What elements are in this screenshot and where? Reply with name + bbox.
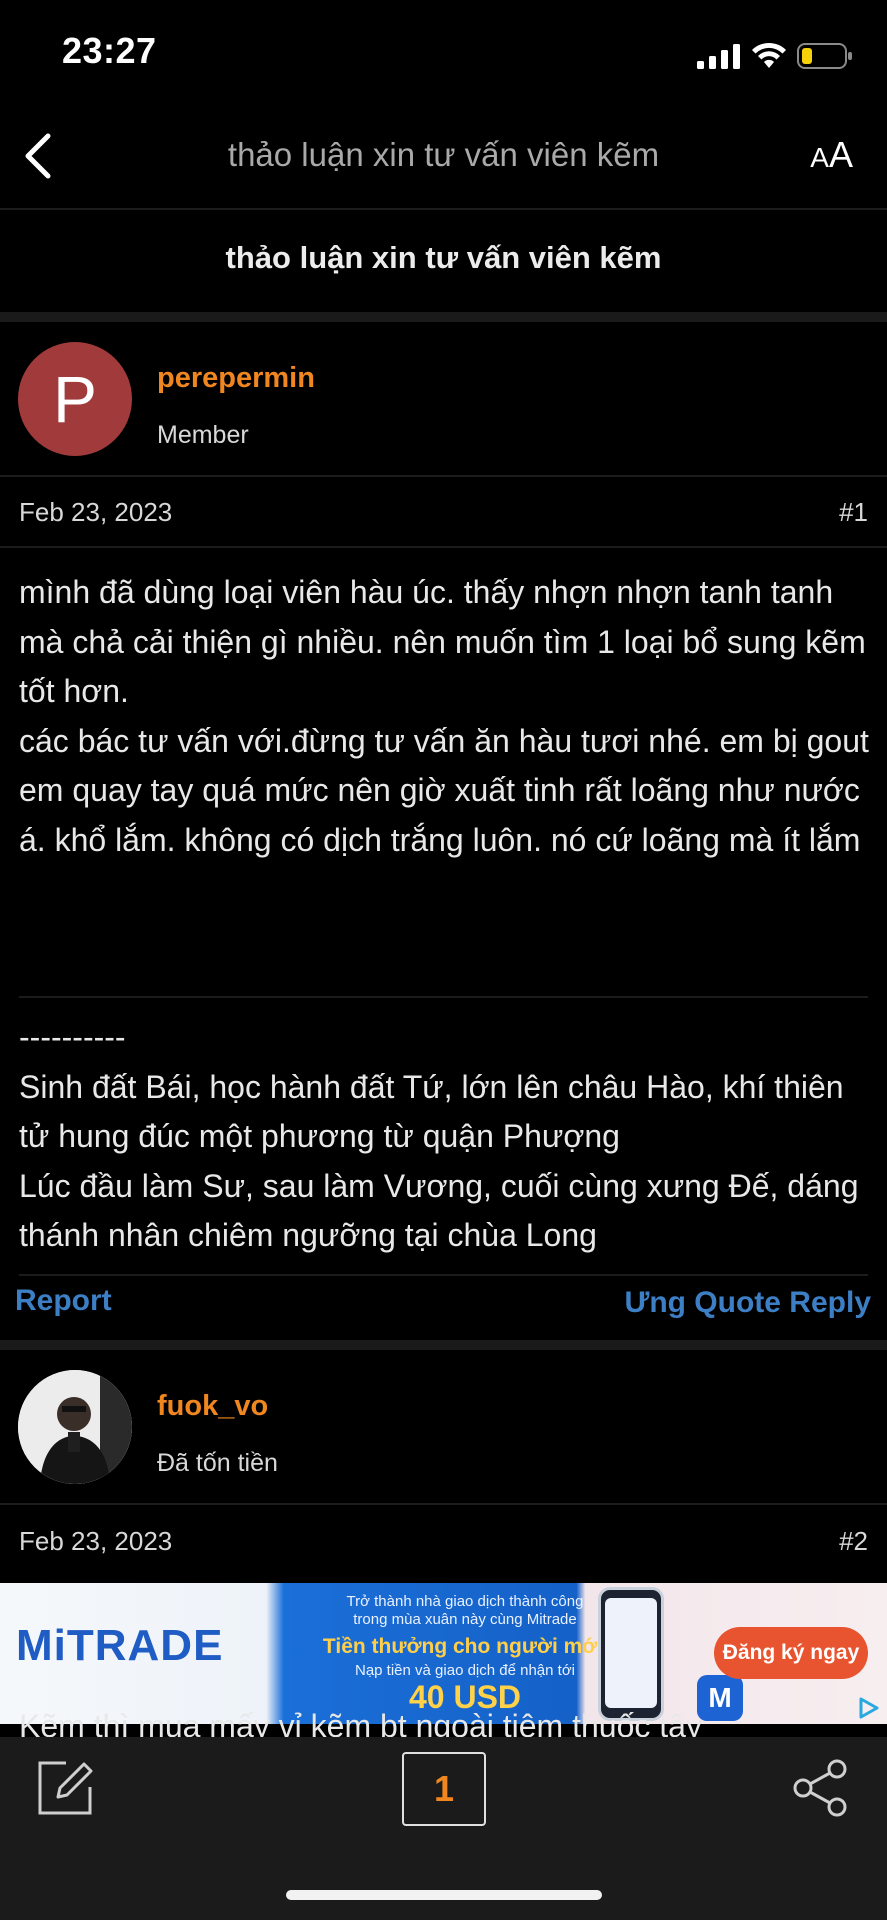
status-time: 23:27 [62, 30, 157, 71]
signature: ---------- Sinh đất Bái, học hành đất Tứ… [19, 1013, 869, 1261]
share-icon [793, 1759, 847, 1817]
ad-bonus-text: Tiền thưởng cho người mới [322, 1635, 604, 1658]
page-selector[interactable]: 1 [402, 1752, 486, 1826]
ad-phone-screen [605, 1598, 657, 1708]
thread-title: thảo luận xin tư vấn viên kẽm [225, 240, 662, 275]
post-separator [0, 1340, 887, 1350]
chevron-left-icon [25, 133, 51, 179]
avatar[interactable] [18, 1370, 132, 1484]
battery-icon [797, 43, 852, 69]
ad-banner[interactable]: MiTRADE Trở thành nhà giao dịch thành cô… [0, 1583, 887, 1724]
post-header-divider [0, 1503, 887, 1505]
ad-phone-image [598, 1587, 664, 1721]
back-button[interactable] [18, 128, 58, 184]
ad-signup-button[interactable]: Đăng ký ngay [714, 1627, 868, 1679]
post-paragraph: em quay tay quá mức nên giờ xuất tinh rấ… [19, 772, 861, 858]
status-icons [697, 38, 853, 74]
post-paragraph: các bác tư vấn với.đừng tư vấn ăn hàu tư… [19, 722, 869, 759]
post-body: mình đã dùng loại viên hàu úc. thấy nhợn… [19, 568, 869, 865]
signature-line: Sinh đất Bái, học hành đất Tứ, lớn lên c… [19, 1068, 844, 1155]
home-indicator[interactable] [286, 1890, 602, 1900]
post-number[interactable]: #2 [839, 1526, 868, 1557]
post-body-partial: Kẽm thì mua mấy vỉ kẽm bt ngoài tiệm thu… [19, 1708, 702, 1738]
post-meta-divider [0, 546, 887, 548]
username-link[interactable]: fuok_vo [157, 1390, 268, 1423]
user-title: Member [157, 421, 249, 449]
signature-line: Lúc đầu làm Sư, sau làm Vương, cuối cùng… [19, 1167, 859, 1254]
edit-icon [38, 1761, 93, 1815]
header-divider [0, 208, 887, 210]
compose-button[interactable] [36, 1757, 96, 1817]
username-link[interactable]: perepermin [157, 362, 315, 395]
user-photo-icon [18, 1370, 132, 1484]
post-date[interactable]: Feb 23, 2023 [19, 497, 172, 528]
ad-deposit-text: Nạp tiền và giao dịch để nhận tới [355, 1662, 575, 1679]
post-number[interactable]: #1 [839, 497, 868, 528]
nav-title: thảo luận xin tư vấn viên kẽm [227, 136, 660, 173]
share-button[interactable] [790, 1757, 852, 1819]
section-separator [0, 312, 887, 322]
report-link[interactable]: Report [15, 1284, 112, 1318]
signature-line: ---------- [19, 1019, 126, 1055]
post-header-divider [0, 475, 887, 477]
signature-divider [19, 996, 868, 998]
actions-divider [19, 1274, 868, 1276]
post-date[interactable]: Feb 23, 2023 [19, 1526, 172, 1557]
avatar[interactable]: P [18, 342, 132, 456]
font-size-button[interactable]: AA [810, 134, 853, 176]
ad-headline: Trở thành nhà giao dịch thành công trong… [346, 1593, 584, 1628]
ad-brand-logo: MiTRADE [16, 1621, 224, 1670]
react-quote-reply-links[interactable]: Ưng Quote Reply [624, 1286, 871, 1320]
cellular-signal-icon [697, 44, 740, 69]
user-title: Đã tốn tiền [157, 1449, 278, 1477]
post-paragraph: mình đã dùng loại viên hàu úc. thấy nhợn… [19, 574, 866, 709]
wifi-icon [752, 42, 786, 68]
